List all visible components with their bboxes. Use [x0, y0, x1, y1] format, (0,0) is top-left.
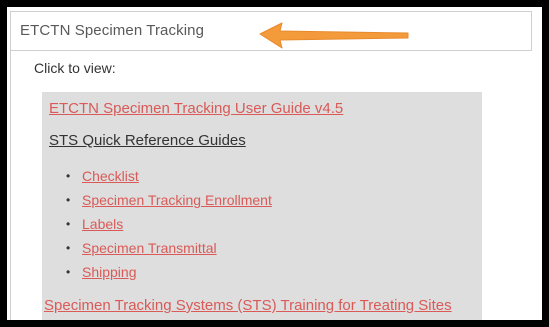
shipping-link[interactable]: Shipping	[82, 264, 137, 280]
list-item: • Labels	[66, 212, 272, 236]
bullet-icon: •	[66, 265, 71, 279]
user-guide-link[interactable]: ETCTN Specimen Tracking User Guide v4.5	[49, 100, 343, 117]
bullet-icon: •	[66, 241, 71, 255]
list-item: • Shipping	[66, 260, 272, 284]
training-link[interactable]: Specimen Tracking Systems (STS) Training…	[44, 297, 452, 314]
list-item: • Specimen Tracking Enrollment	[66, 188, 272, 212]
list-item: • Checklist	[66, 164, 272, 188]
list-item: • Specimen Transmittal	[66, 236, 272, 260]
bullet-icon: •	[66, 169, 71, 183]
links-panel: ETCTN Specimen Tracking User Guide v4.5 …	[42, 92, 482, 320]
quick-reference-list: • Checklist • Specimen Tracking Enrollme…	[66, 164, 272, 284]
screenshot-frame: ETCTN Specimen Tracking Click to view: E…	[7, 7, 542, 320]
page-title: ETCTN Specimen Tracking	[20, 22, 205, 39]
transmittal-link[interactable]: Specimen Transmittal	[82, 240, 217, 256]
checklist-link[interactable]: Checklist	[82, 168, 139, 184]
bullet-icon: •	[66, 217, 71, 231]
click-to-view-label: Click to view:	[34, 60, 116, 76]
enrollment-link[interactable]: Specimen Tracking Enrollment	[82, 192, 272, 208]
bullet-icon: •	[66, 193, 71, 207]
arrow-left-icon	[259, 22, 409, 49]
content-area: Click to view: ETCTN Specimen Tracking U…	[10, 50, 532, 320]
labels-link[interactable]: Labels	[82, 216, 123, 232]
quick-reference-heading[interactable]: STS Quick Reference Guides	[49, 132, 246, 149]
